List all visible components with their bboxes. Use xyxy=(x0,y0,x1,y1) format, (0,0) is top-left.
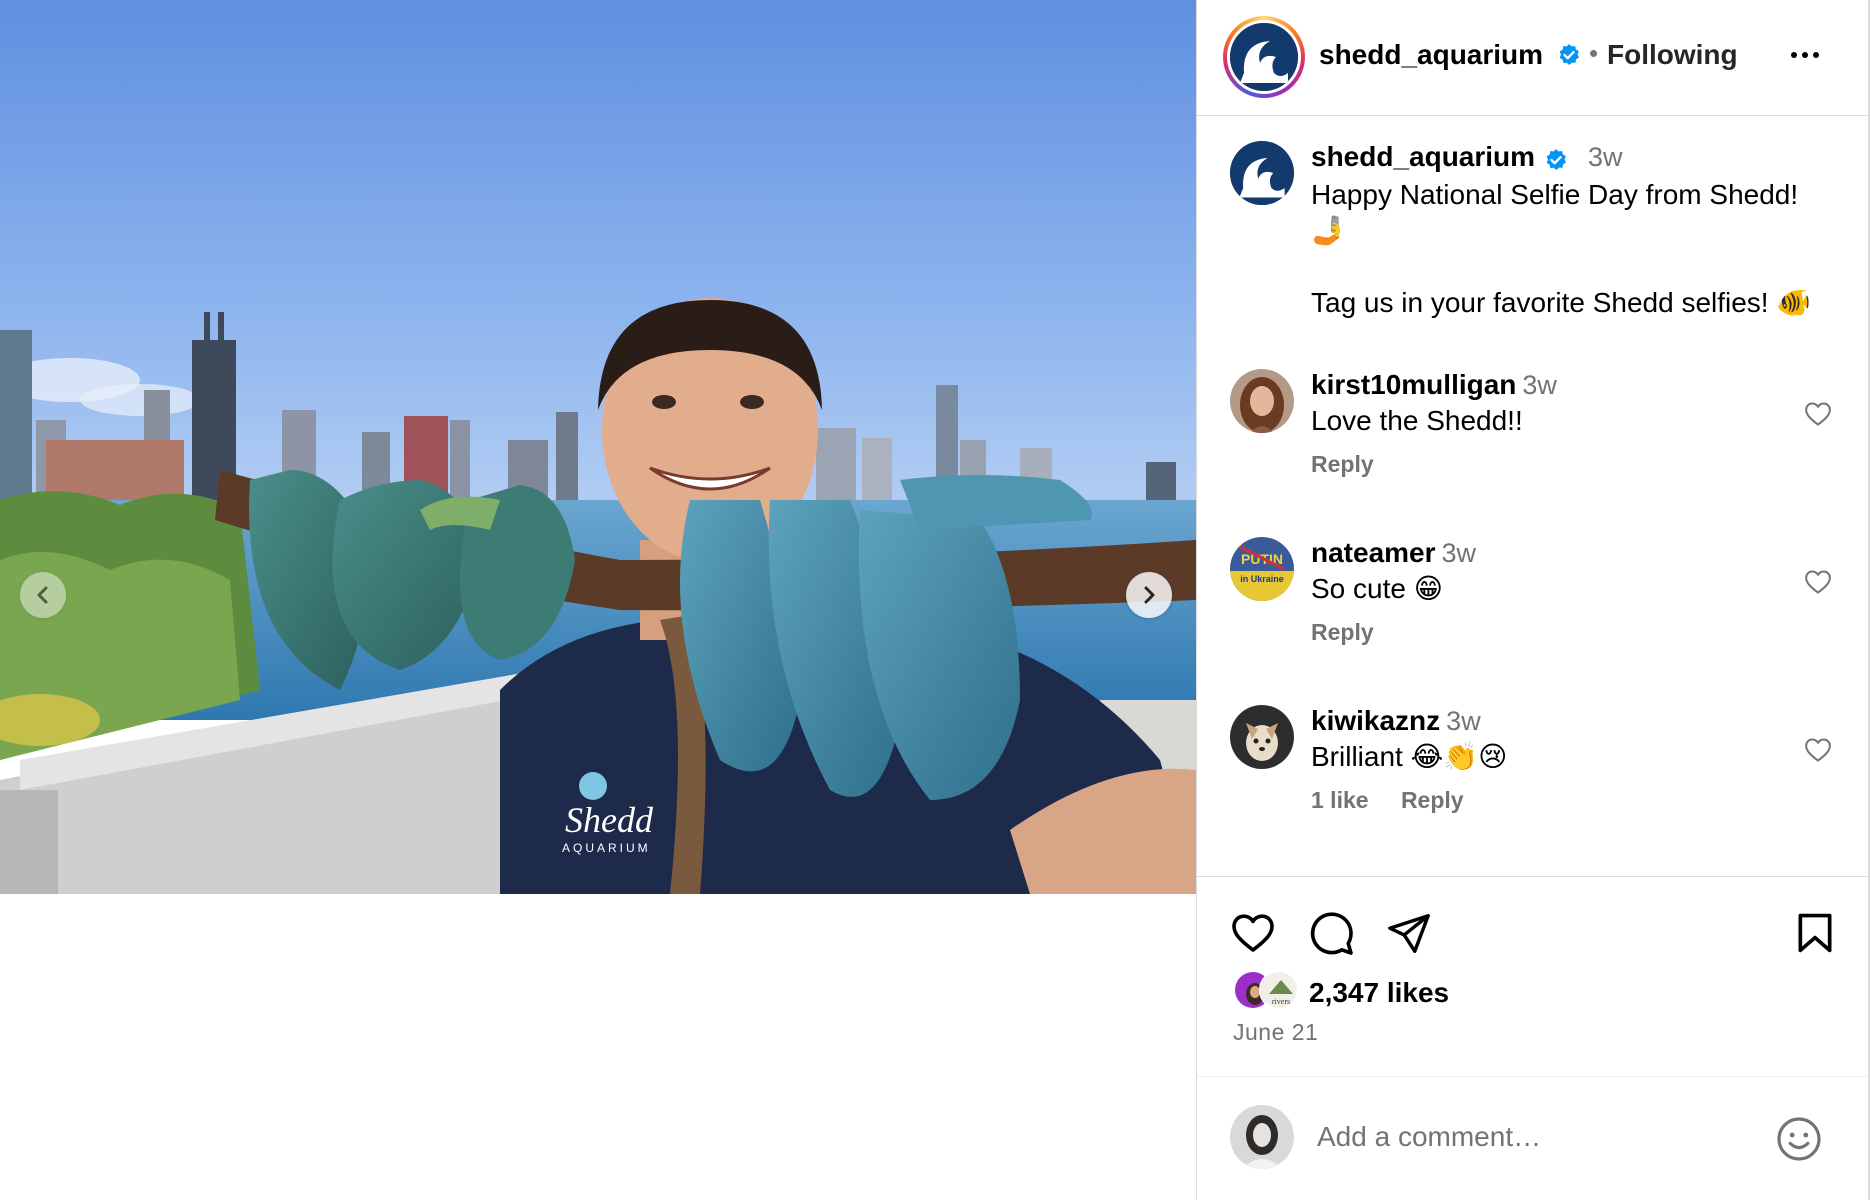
caption-line-2: Tag us in your favorite Shedd selfies! xyxy=(1311,287,1769,318)
following-button[interactable]: Following xyxy=(1607,39,1738,71)
comment-like-heart-icon[interactable] xyxy=(1803,399,1833,429)
comment-time[interactable]: 3w xyxy=(1446,706,1481,736)
comment-time[interactable]: 3w xyxy=(1442,538,1477,568)
caption-time[interactable]: 3w xyxy=(1588,142,1623,172)
shedd-logo-icon xyxy=(1230,23,1298,91)
add-comment-bar xyxy=(1197,1076,1869,1200)
likes-count[interactable]: 2,347 likes xyxy=(1309,977,1449,1009)
commenter-avatar[interactable]: PUTIN in Ukraine xyxy=(1230,537,1294,601)
carousel-next-button[interactable] xyxy=(1126,572,1172,618)
comment-item: kiwikaznz 3w Brilliant 😂👏😢 1 like Reply xyxy=(1197,705,1869,825)
comment-like-heart-icon[interactable] xyxy=(1803,567,1833,597)
heart-icon xyxy=(1232,914,1274,952)
profile-photo-icon xyxy=(1230,705,1294,769)
post-header: shedd_aquarium • Following xyxy=(1197,0,1869,116)
post-action-bar: rivers 2,347 likes June 21 xyxy=(1197,876,1869,1106)
avatar-caption-text: in Ukraine xyxy=(1240,574,1284,584)
bookmark-icon xyxy=(1798,913,1832,953)
commenter-avatar[interactable] xyxy=(1230,705,1294,769)
comment-button[interactable] xyxy=(1305,907,1357,959)
profile-photo-icon xyxy=(1230,1105,1294,1169)
liker-avatar[interactable]: rivers xyxy=(1259,970,1299,1010)
comment-item: PUTIN in Ukraine nateamer3w So cute 😁 Re… xyxy=(1197,537,1869,657)
save-button[interactable] xyxy=(1789,907,1841,959)
comment-text: Love the Shedd!! xyxy=(1311,405,1523,436)
post-media[interactable]: Shedd AQUARIUM xyxy=(0,0,1196,894)
commenter-avatar[interactable] xyxy=(1230,369,1294,433)
comment-likes-count[interactable]: 1 like xyxy=(1311,787,1369,813)
smiley-icon[interactable] xyxy=(1775,1115,1823,1163)
profile-photo-icon xyxy=(1230,369,1294,433)
share-button[interactable] xyxy=(1383,907,1435,959)
author-avatar[interactable] xyxy=(1230,23,1298,91)
comment-time[interactable]: 3w xyxy=(1522,370,1557,400)
speech-bubble-icon xyxy=(1310,912,1353,955)
caption-emoji-1: 🤳 xyxy=(1311,215,1346,246)
author-username-text[interactable]: shedd_aquarium xyxy=(1319,39,1543,70)
comments-list[interactable]: shedd_aquarium 3w Happy National Selfie … xyxy=(1197,117,1869,875)
shirt-logo-text: Shedd xyxy=(565,800,654,840)
chevron-left-icon xyxy=(37,586,48,604)
paper-plane-icon xyxy=(1388,914,1430,953)
post-photo: Shedd AQUARIUM xyxy=(0,0,1196,894)
like-button[interactable] xyxy=(1227,907,1279,959)
media-letterbox xyxy=(0,894,1196,1200)
caption-emoji-2: 🐠 xyxy=(1776,287,1812,318)
caption-line-1: Happy National Selfie Day from Shedd! xyxy=(1311,179,1799,210)
caption: shedd_aquarium 3w Happy National Selfie … xyxy=(1197,141,1869,318)
profile-photo-icon: rivers xyxy=(1261,972,1297,1008)
caption-username[interactable]: shedd_aquarium xyxy=(1311,141,1535,172)
story-avatar-ring[interactable] xyxy=(1223,16,1305,98)
add-comment-input[interactable] xyxy=(1317,1117,1737,1157)
post-date[interactable]: June 21 xyxy=(1233,1019,1318,1046)
author-username[interactable]: shedd_aquarium xyxy=(1319,39,1581,71)
verified-badge-icon xyxy=(1546,148,1566,170)
reply-button[interactable]: Reply xyxy=(1311,451,1374,477)
chevron-right-icon xyxy=(1144,586,1155,604)
more-options-icon[interactable] xyxy=(1785,38,1825,72)
shedd-logo-icon xyxy=(1230,141,1294,205)
comment-item: kirst10mulligan 3w Love the Shedd!! Reply xyxy=(1197,369,1869,489)
carousel-prev-button[interactable] xyxy=(20,572,66,618)
comment-text: So cute 😁 xyxy=(1311,573,1443,604)
comment-username[interactable]: kiwikaznz xyxy=(1311,705,1440,736)
avatar-caption-text: rivers xyxy=(1272,997,1290,1006)
header-separator: • xyxy=(1589,38,1599,68)
reply-button[interactable]: Reply xyxy=(1311,619,1374,645)
shirt-logo-subtext: AQUARIUM xyxy=(562,841,651,855)
comment-username[interactable]: kirst10mulligan xyxy=(1311,369,1516,400)
comment-like-heart-icon[interactable] xyxy=(1803,735,1833,765)
verified-badge-icon xyxy=(1559,43,1579,65)
comment-text: Brilliant 😂👏😢 xyxy=(1311,741,1508,772)
profile-photo-icon: PUTIN in Ukraine xyxy=(1230,537,1294,601)
caption-avatar[interactable] xyxy=(1230,141,1294,205)
current-user-avatar xyxy=(1230,1105,1294,1169)
reply-button[interactable]: Reply xyxy=(1401,787,1464,813)
comment-username[interactable]: nateamer xyxy=(1311,537,1436,568)
post-sidebar: shedd_aquarium • Following shedd_aquariu… xyxy=(1196,0,1870,1200)
